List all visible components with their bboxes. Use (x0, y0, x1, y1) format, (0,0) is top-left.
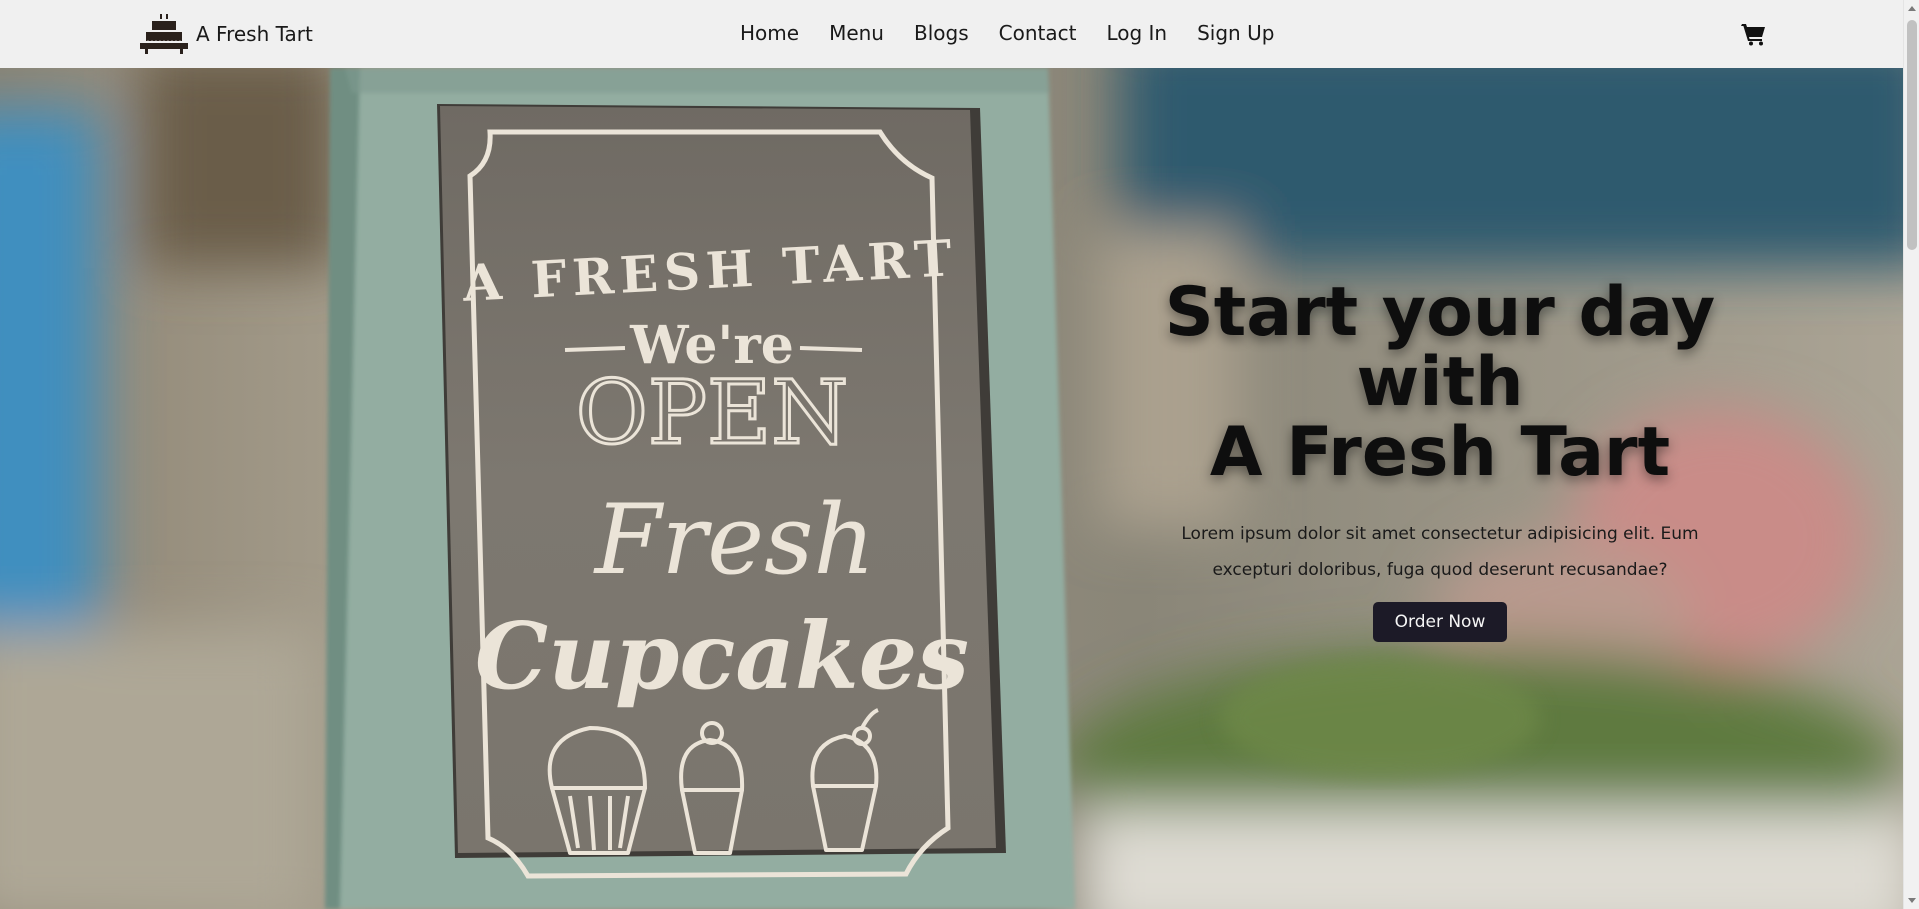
sign-line-fresh: Fresh (593, 484, 875, 596)
nav-link-home[interactable]: Home (740, 21, 799, 45)
hero-title: Start your day with A Fresh Tart (1140, 278, 1740, 488)
hero-title-line-3: A Fresh Tart (1209, 413, 1671, 492)
nav-link-login[interactable]: Log In (1106, 21, 1167, 45)
cake-stand-icon (140, 14, 188, 54)
cart-icon[interactable] (1741, 21, 1767, 47)
nav-link-blogs[interactable]: Blogs (914, 21, 969, 45)
scroll-down-icon[interactable] (1908, 898, 1916, 903)
nav-link-contact[interactable]: Contact (999, 21, 1077, 45)
page-scrollbar[interactable] (1903, 0, 1919, 909)
nav-link-menu[interactable]: Menu (829, 21, 884, 45)
navbar: A Fresh Tart Home Menu Blogs Contact Log… (0, 0, 1903, 68)
hero-title-line-2: with (1356, 343, 1524, 422)
scroll-up-icon[interactable] (1908, 6, 1916, 11)
hero-section: A FRESH TART We're OPEN Fresh Cupcakes S… (0, 68, 1903, 909)
nav-links: Home Menu Blogs Contact Log In Sign Up (740, 18, 1274, 48)
scroll-thumb[interactable] (1907, 20, 1917, 250)
hero-content: Start your day with A Fresh Tart Lorem i… (1140, 278, 1740, 642)
sign-line-open: OPEN (576, 361, 849, 464)
hero-title-line-1: Start your day (1164, 273, 1716, 352)
brand-name: A Fresh Tart (196, 22, 313, 46)
brand-link[interactable]: A Fresh Tart (138, 14, 313, 54)
order-now-button[interactable]: Order Now (1372, 602, 1508, 642)
sign-line-cupcakes: Cupcakes (475, 602, 969, 710)
nav-link-signup[interactable]: Sign Up (1197, 21, 1274, 45)
hero-subtitle: Lorem ipsum dolor sit amet consectetur a… (1181, 524, 1699, 580)
